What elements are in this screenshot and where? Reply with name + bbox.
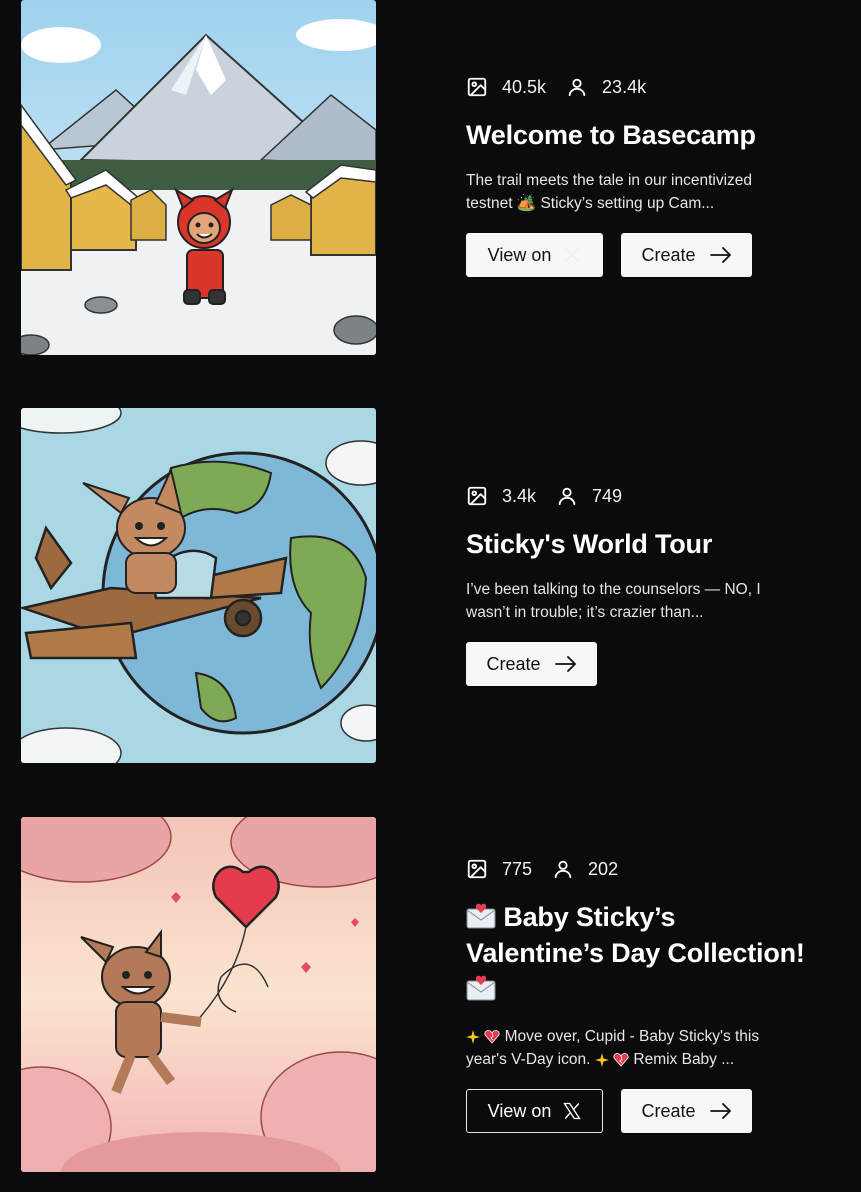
title-line-1: Baby Sticky’s — [503, 902, 676, 932]
valentines-illustration — [21, 817, 376, 1172]
desc-line-2-end: Remix Baby ... — [633, 1051, 735, 1068]
create-label: Create — [486, 653, 541, 674]
basecamp-illustration — [21, 0, 376, 355]
broken-heart-emoji — [613, 1053, 629, 1067]
user-count-stat: 202 — [552, 858, 618, 880]
user-count: 202 — [588, 858, 619, 879]
arrow-right-icon — [709, 1103, 731, 1119]
image-count: 775 — [502, 858, 533, 879]
user-count-stat: 749 — [556, 485, 622, 507]
image-count-stat: 3.4k — [466, 485, 536, 507]
desc-line-1: Move over, Cupid - Baby Sticky's this — [504, 1028, 760, 1045]
post-description: I’ve been talking to the counselors — NO… — [466, 578, 841, 624]
user-icon — [558, 487, 576, 506]
x-logo-icon — [563, 1102, 582, 1120]
create-label: Create — [641, 244, 696, 265]
post-description: Move over, Cupid - Baby Sticky's this ye… — [466, 1025, 841, 1071]
create-button[interactable]: Create — [621, 1089, 752, 1133]
post-card-basecamp: 40.5k 23.4k Welcome to Basecamp The trai… — [21, 0, 841, 356]
post-thumbnail-valentines[interactable] — [21, 817, 376, 1172]
user-count-stat: 23.4k — [566, 76, 646, 98]
image-count: 40.5k — [502, 76, 547, 97]
view-on-x-button[interactable]: View on — [466, 233, 603, 277]
love-letter-emoji — [466, 903, 496, 929]
image-count: 3.4k — [502, 485, 537, 506]
post-title: Welcome to Basecamp — [466, 120, 756, 150]
broken-heart-emoji — [484, 1030, 500, 1044]
desc-line-2: testnet 🏕️ Sticky’s setting up Cam... — [466, 195, 715, 212]
post-card-valentines: 775 202 Baby Sticky’s Valentine’s Day Co… — [21, 817, 841, 1173]
desc-line-1: I’ve been talking to the counselors — NO… — [466, 581, 761, 598]
arrow-right-icon — [554, 656, 576, 672]
view-on-x-button[interactable]: View on — [466, 1089, 603, 1133]
post-thumbnail-basecamp[interactable] — [21, 0, 376, 355]
sparkle-emoji — [594, 1053, 609, 1067]
post-description: The trail meets the tale in our incentiv… — [466, 169, 841, 215]
arrow-right-icon — [709, 247, 731, 263]
desc-line-2: year's V-Day icon. — [466, 1051, 591, 1068]
post-card-world-tour: 3.4k 749 Sticky's World Tour I’ve been t… — [21, 408, 841, 764]
post-title: Sticky's World Tour — [466, 529, 713, 559]
user-icon — [568, 78, 586, 97]
desc-line-1: The trail meets the tale in our incentiv… — [466, 172, 753, 189]
image-icon — [467, 486, 487, 506]
x-logo-icon — [564, 247, 580, 263]
view-on-label: View on — [487, 1100, 552, 1121]
desc-line-2: wasn’t in trouble; it’s crazier than... — [466, 604, 704, 621]
title-line-2: Valentine’s Day Collection! — [466, 938, 805, 968]
view-on-label: View on — [487, 244, 552, 265]
love-letter-emoji — [466, 975, 496, 1001]
image-count-stat: 40.5k — [466, 76, 546, 98]
image-icon — [467, 859, 487, 879]
image-count-stat: 775 — [466, 858, 532, 880]
post-thumbnail-world-tour[interactable] — [21, 408, 376, 763]
create-button[interactable]: Create — [466, 642, 597, 686]
world-tour-illustration — [21, 408, 376, 763]
user-count: 749 — [592, 485, 623, 506]
create-button[interactable]: Create — [621, 233, 752, 277]
create-label: Create — [641, 1100, 696, 1121]
user-count: 23.4k — [602, 76, 647, 97]
post-title: Baby Sticky’s Valentine’s Day Collection… — [466, 899, 841, 1007]
user-icon — [554, 860, 572, 879]
image-icon — [467, 77, 487, 97]
sparkle-emoji — [466, 1030, 480, 1044]
